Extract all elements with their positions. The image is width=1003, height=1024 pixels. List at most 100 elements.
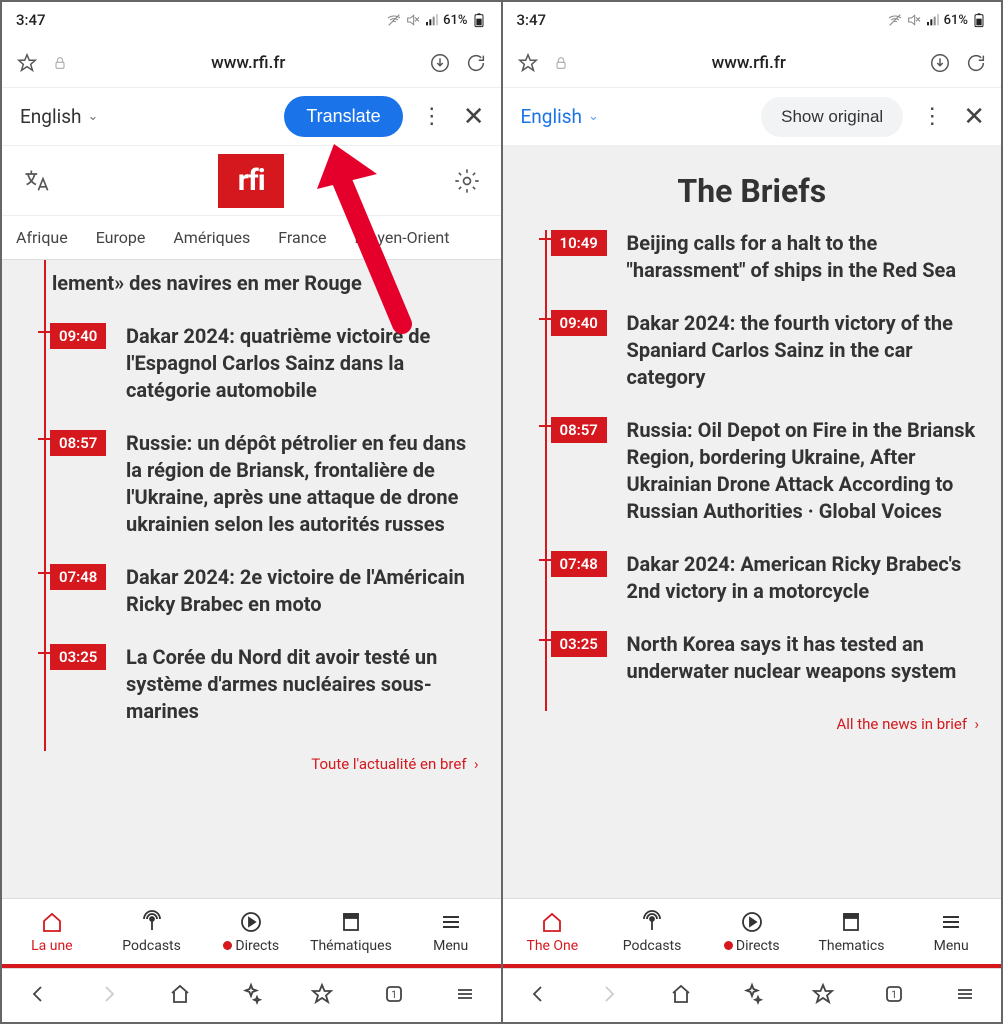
menu-button[interactable] <box>453 982 477 1010</box>
close-icon[interactable]: ✕ <box>461 102 491 132</box>
podcast-icon <box>640 910 664 934</box>
play-circle-icon <box>740 910 764 934</box>
nav-label: Podcasts <box>122 938 181 954</box>
brief-time: 03:25 <box>551 631 607 657</box>
forward-button[interactable] <box>597 982 621 1010</box>
star-icon[interactable] <box>16 52 38 74</box>
nav-directs[interactable]: Directs <box>702 899 802 964</box>
brief-item[interactable]: 08:57 Russie: un dépôt pétrolier en feu … <box>44 430 487 564</box>
back-button[interactable] <box>26 982 50 1010</box>
nav-tab[interactable]: Europe <box>96 228 146 247</box>
brief-item[interactable]: 03:25 North Korea says it has tested an … <box>545 631 988 711</box>
nav-podcasts[interactable]: Podcasts <box>602 899 702 964</box>
nav-label: The One <box>526 938 578 954</box>
section-title: The Briefs <box>517 146 988 230</box>
sparkle-button[interactable] <box>740 982 764 1010</box>
reload-icon[interactable] <box>965 52 987 74</box>
brief-time: 03:25 <box>50 644 106 670</box>
brief-item[interactable]: 09:40 Dakar 2024: quatrième victoire de … <box>44 323 487 430</box>
url-text[interactable]: www.rfi.fr <box>583 53 916 73</box>
gear-icon[interactable] <box>453 167 481 195</box>
hamburger-icon <box>939 910 963 934</box>
brief-time: 10:49 <box>551 230 607 256</box>
translate-bar: English ⌄ Show original ⋮ ✕ <box>503 88 1002 146</box>
download-icon[interactable] <box>929 52 951 74</box>
browser-bottom-nav: 1 <box>503 968 1002 1022</box>
nav-tab[interactable]: France <box>278 228 326 247</box>
url-text[interactable]: www.rfi.fr <box>82 53 415 73</box>
bookmark-button[interactable] <box>310 982 334 1010</box>
reload-icon[interactable] <box>465 52 487 74</box>
translate-button[interactable]: Translate <box>284 96 402 137</box>
brief-item[interactable]: lement» des navires en mer Rouge <box>44 260 487 323</box>
status-battery: 61% <box>443 13 467 28</box>
back-button[interactable] <box>526 982 550 1010</box>
home-button[interactable] <box>168 982 192 1010</box>
podcast-icon <box>140 910 164 934</box>
brief-headline: lement» des navires en mer Rouge <box>52 270 487 297</box>
more-link[interactable]: All the news in brief › <box>517 711 988 733</box>
brief-item[interactable]: 07:48 Dakar 2024: 2e victoire de l'Améri… <box>44 564 487 644</box>
nav-tabs: Afrique Europe Amériques France Moyen-Or… <box>2 216 501 260</box>
language-selector[interactable]: English ⌄ <box>20 105 98 128</box>
nav-menu[interactable]: Menu <box>901 899 1001 964</box>
nav-directs[interactable]: Directs <box>201 899 301 964</box>
more-link[interactable]: Toute l'actualité en bref › <box>16 751 487 773</box>
nav-menu[interactable]: Menu <box>401 899 501 964</box>
status-bar: 3:47 61% <box>2 2 501 38</box>
brief-item[interactable]: 07:48 Dakar 2024: American Ricky Brabec'… <box>545 551 988 631</box>
show-original-button[interactable]: Show original <box>761 97 903 137</box>
kebab-menu-icon[interactable]: ⋮ <box>411 104 453 129</box>
translate-icon[interactable] <box>22 167 50 195</box>
browser-bottom-nav: 1 <box>2 968 501 1022</box>
nav-label: Podcasts <box>623 938 682 954</box>
home-icon <box>540 910 564 934</box>
hamburger-icon <box>439 910 463 934</box>
wifi-off-icon <box>887 12 903 28</box>
brief-item[interactable]: 08:57 Russia: Oil Depot on Fire in the B… <box>545 417 988 551</box>
nav-label: Thématiques <box>310 938 392 954</box>
menu-button[interactable] <box>953 982 977 1010</box>
download-icon[interactable] <box>429 52 451 74</box>
close-icon[interactable]: ✕ <box>961 102 991 132</box>
brief-time: 09:40 <box>551 310 607 336</box>
nav-label: Directs <box>223 938 279 954</box>
bookmark-button[interactable] <box>811 982 835 1010</box>
nav-tab[interactable]: Amériques <box>173 228 250 247</box>
tabs-button[interactable]: 1 <box>382 982 406 1010</box>
forward-button[interactable] <box>97 982 121 1010</box>
brief-item[interactable]: 10:49 Beijing calls for a halt to the "h… <box>545 230 988 310</box>
kebab-menu-icon[interactable]: ⋮ <box>911 104 953 129</box>
home-button[interactable] <box>669 982 693 1010</box>
tabs-button[interactable]: 1 <box>882 982 906 1010</box>
lock-icon <box>553 55 569 71</box>
language-selector[interactable]: English ⌄ <box>521 105 599 128</box>
status-time: 3:47 <box>16 11 46 29</box>
sparkle-button[interactable] <box>239 982 263 1010</box>
doc-icon <box>339 910 363 934</box>
main-content[interactable]: lement» des navires en mer Rouge 09:40 D… <box>2 260 501 898</box>
nav-tab[interactable]: Afrique <box>16 228 68 247</box>
brief-time: 08:57 <box>50 430 106 456</box>
main-content[interactable]: The Briefs 10:49 Beijing calls for a hal… <box>503 146 1002 898</box>
nav-thematics[interactable]: Thématiques <box>301 899 401 964</box>
nav-tab[interactable]: Moyen-Orient <box>354 228 449 247</box>
brief-item[interactable]: 03:25 La Corée du Nord dit avoir testé u… <box>44 644 487 751</box>
brief-headline: Dakar 2024: quatrième victoire de l'Espa… <box>126 323 487 404</box>
home-icon <box>40 910 64 934</box>
brief-item[interactable]: 09:40 Dakar 2024: the fourth victory of … <box>545 310 988 417</box>
nav-home[interactable]: The One <box>503 899 603 964</box>
nav-label: Directs <box>724 938 780 954</box>
signal-icon <box>424 12 440 28</box>
nav-label: Menu <box>433 938 468 954</box>
rfi-logo[interactable]: rfi <box>218 154 284 208</box>
nav-podcasts[interactable]: Podcasts <box>102 899 202 964</box>
volume-off-icon <box>906 12 922 28</box>
site-header: rfi <box>2 146 501 216</box>
nav-thematics[interactable]: Thematics <box>802 899 902 964</box>
star-icon[interactable] <box>517 52 539 74</box>
doc-icon <box>839 910 863 934</box>
phone-left: 3:47 61% www.rfi.fr English ⌄ Translate … <box>2 2 501 1022</box>
nav-home[interactable]: La une <box>2 899 102 964</box>
brief-headline: Dakar 2024: the fourth victory of the Sp… <box>627 310 988 391</box>
